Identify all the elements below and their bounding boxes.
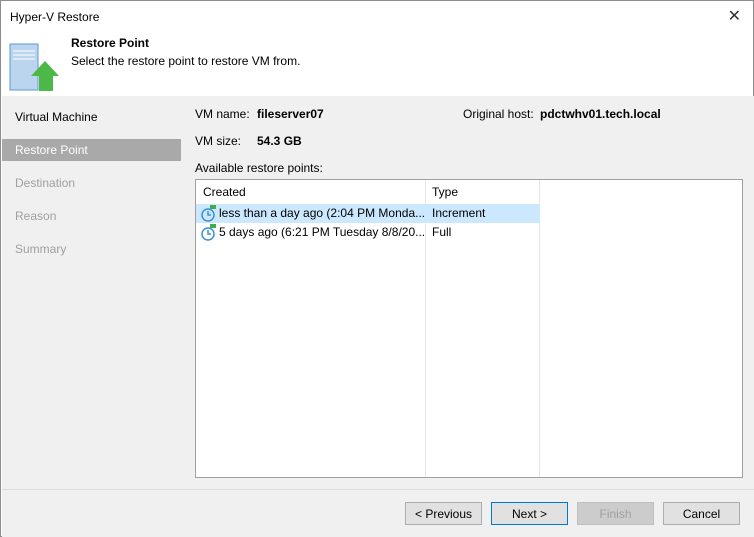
original-host-label: Original host: [463,107,534,121]
restore-points-label: Available restore points: [195,161,323,175]
cancel-button[interactable]: Cancel [663,502,740,525]
vm-name-value: fileserver07 [257,107,324,121]
step-reason: Reason [15,209,57,223]
previous-button[interactable]: < Previous [405,502,482,525]
restore-point-icon [201,205,216,222]
vm-size-label: VM size: [195,134,242,148]
wizard-steps: Virtual Machine Restore Point Destinatio… [2,96,181,489]
vm-name-label: VM name: [195,107,250,121]
window-title: Hyper-V Restore [10,10,100,24]
step-restore-point[interactable]: Restore Point [2,139,181,161]
step-summary: Summary [15,242,67,256]
restore-point-row[interactable]: 5 days ago (6:21 PM Tuesday 8/8/20... Fu… [196,223,540,242]
step-destination: Destination [15,176,76,190]
column-header-created[interactable]: Created [203,185,246,199]
finish-button[interactable]: Finish [577,502,654,525]
restore-points-list[interactable]: Created Type less than a day ago (2:04 P… [195,179,743,478]
page-title: Restore Point [71,36,150,50]
vm-size-value: 54.3 GB [257,134,302,148]
dialog-window: Hyper-V Restore ✕ Restore Point Select t… [0,0,754,537]
next-button[interactable]: Next > [491,502,568,525]
step-virtual-machine[interactable]: Virtual Machine [2,106,181,128]
restore-vm-icon [9,43,59,91]
close-icon[interactable]: ✕ [728,6,741,26]
restore-point-row[interactable]: less than a day ago (2:04 PM Monda... In… [196,204,540,223]
column-header-type[interactable]: Type [432,185,458,199]
original-host-value: pdctwhv01.tech.local [540,107,661,121]
page-subtitle: Select the restore point to restore VM f… [71,54,301,68]
restore-point-icon [201,224,216,241]
